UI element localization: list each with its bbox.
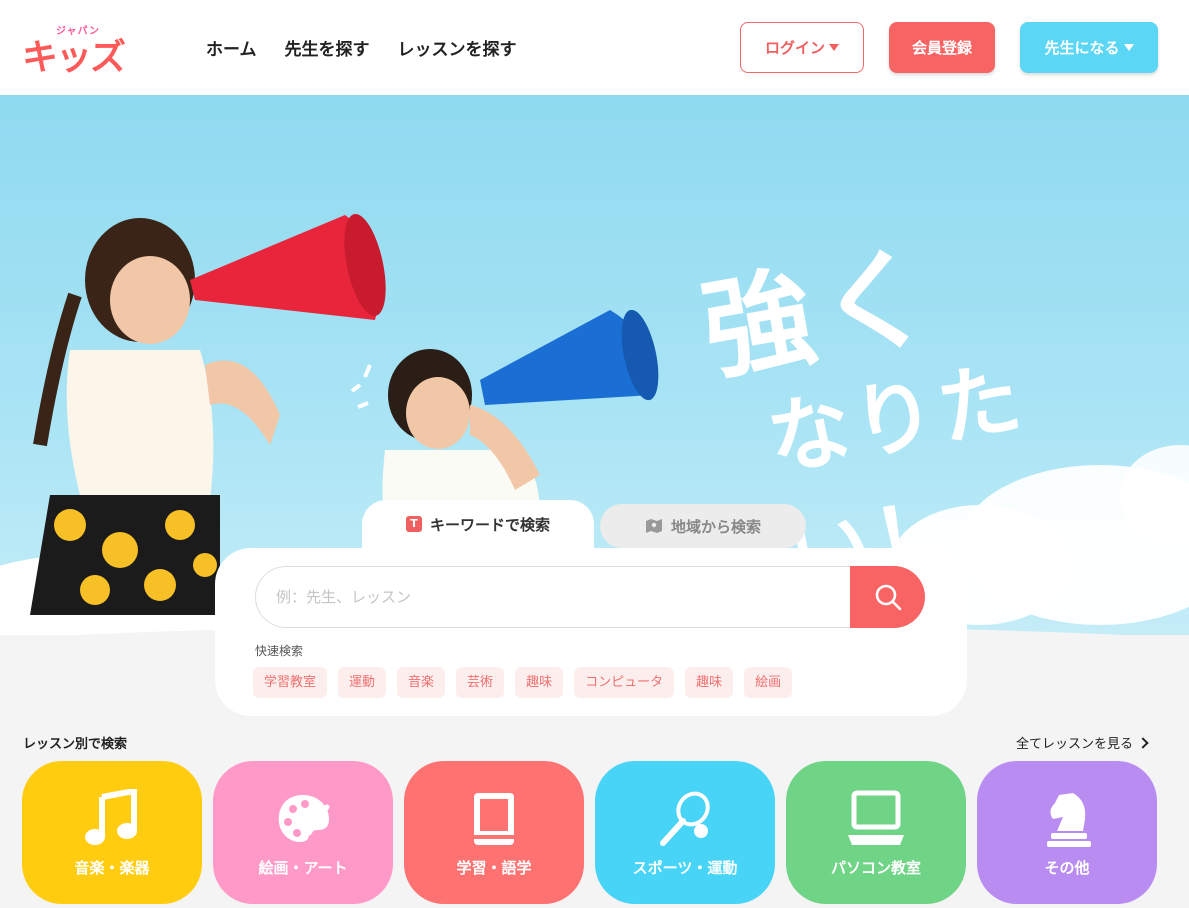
map-icon (645, 519, 662, 533)
quick-tag[interactable]: 運動 (338, 667, 387, 698)
tennis-racket-icon (660, 791, 710, 846)
site-logo[interactable]: ジャパン キッズ (22, 22, 132, 78)
caret-down-icon (829, 44, 839, 51)
lesson-categories: 音楽・楽器 絵画・アート 学習・語学 スポーツ・運動 パソコン教室 その他 (22, 761, 1157, 904)
category-label: 音楽・楽器 (74, 859, 150, 877)
lesson-section-title: レッスン別で検索 (23, 737, 128, 752)
quick-tag[interactable]: コンピュータ (574, 667, 675, 698)
category-label: その他 (1044, 859, 1090, 877)
quick-tag[interactable]: 絵画 (744, 667, 793, 698)
logo-text: キッズ (22, 37, 126, 78)
quick-search-label: 快速検索 (255, 644, 304, 658)
nav-find-teacher[interactable]: 先生を探す (285, 35, 370, 60)
see-all-label: 全てレッスンを見る (1016, 737, 1134, 752)
palette-icon (278, 795, 330, 843)
login-button[interactable]: ログイン (740, 22, 864, 73)
quick-tag[interactable]: 芸術 (456, 667, 505, 698)
tab-area-label: 地域から検索 (670, 517, 761, 536)
category-label: 絵画・アート (258, 859, 348, 877)
main-nav: ホーム 先生を探す レッスンを探す (206, 35, 517, 60)
category-art[interactable]: 絵画・アート (213, 761, 393, 904)
register-button[interactable]: 会員登録 (889, 22, 995, 73)
become-teacher-button[interactable]: 先生になる (1020, 22, 1158, 73)
music-note-icon (85, 789, 137, 845)
site-header: ジャパン キッズ ホーム 先生を探す レッスンを探す ログイン 会員登録 先生に… (0, 0, 1189, 95)
category-label: 学習・語学 (456, 859, 532, 877)
quick-tag[interactable]: 学習教室 (253, 667, 328, 698)
quick-tag[interactable]: 音楽 (397, 667, 446, 698)
text-icon: T (405, 516, 422, 532)
category-label: スポーツ・運動 (632, 859, 738, 877)
nav-find-lesson[interactable]: レッスンを探す (398, 35, 517, 60)
nav-home[interactable]: ホーム (206, 35, 257, 60)
tab-keyword-label: キーワードで検索 (429, 515, 550, 534)
chevron-right-icon (1137, 736, 1149, 749)
search-input[interactable] (255, 566, 855, 628)
computer-icon (848, 790, 904, 845)
tab-keyword-search[interactable]: T キーワードで検索 (362, 500, 594, 548)
quick-tag[interactable]: 趣味 (685, 667, 734, 698)
become-teacher-label: 先生になる (1044, 39, 1120, 57)
category-other[interactable]: その他 (977, 761, 1157, 904)
search-icon (875, 584, 901, 611)
caret-down-icon (1123, 44, 1134, 51)
category-label: パソコン教室 (830, 859, 921, 877)
quick-search-tags: 学習教室 運動 音楽 芸術 趣味 コンピュータ 趣味 絵画 (253, 667, 793, 698)
book-icon (474, 793, 514, 845)
category-computer[interactable]: パソコン教室 (786, 761, 966, 904)
quick-tag[interactable]: 趣味 (515, 667, 564, 698)
category-sports[interactable]: スポーツ・運動 (595, 761, 775, 904)
tab-area-search[interactable]: 地域から検索 (600, 504, 806, 548)
category-music[interactable]: 音楽・楽器 (22, 761, 202, 904)
category-study[interactable]: 学習・語学 (404, 761, 584, 904)
login-label: ログイン (764, 39, 825, 57)
chess-knight-icon (1047, 793, 1091, 847)
search-button[interactable] (850, 566, 925, 628)
see-all-lessons-link[interactable]: 全てレッスンを見る (1016, 733, 1149, 752)
register-label: 会員登録 (911, 39, 972, 57)
